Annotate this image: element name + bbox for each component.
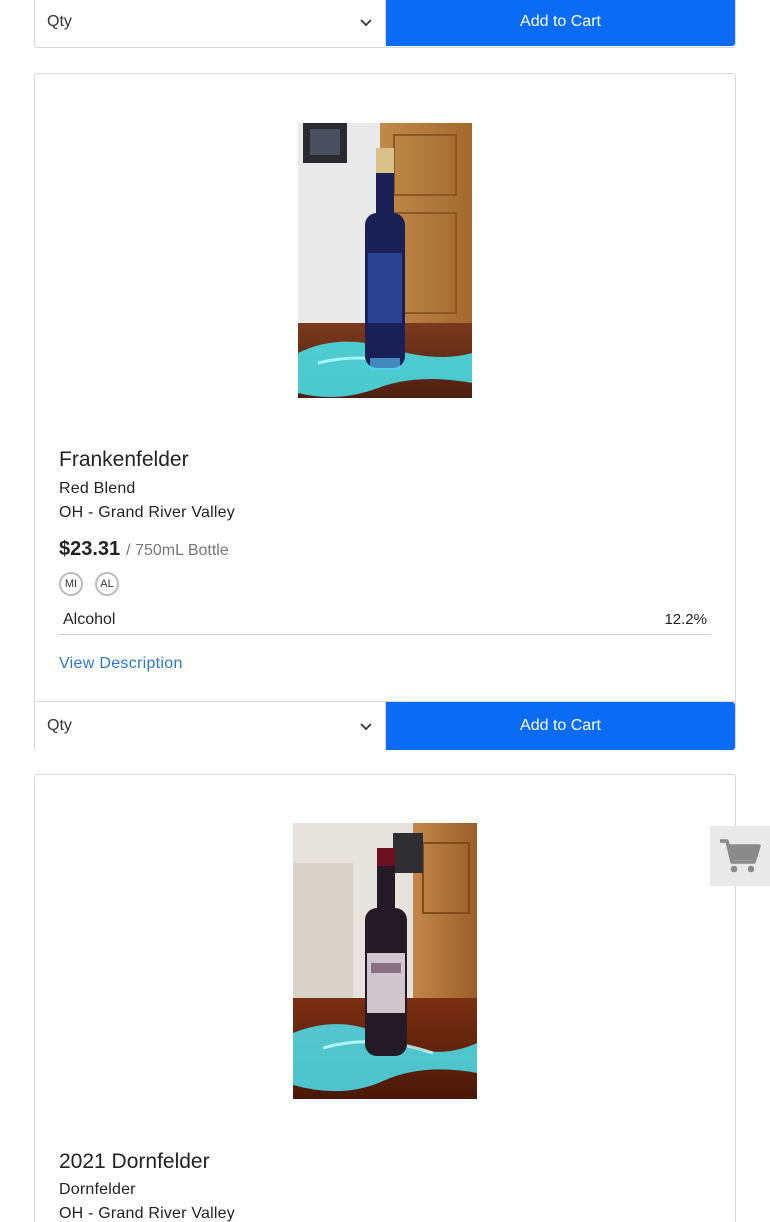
state-badge: AL (95, 572, 119, 596)
alcohol-spec-row: Alcohol 12.2% (59, 605, 711, 635)
price-row: $23.31 / 750mL Bottle (59, 538, 229, 561)
chevron-down-icon (360, 723, 372, 731)
state-badge: MI (59, 572, 83, 596)
qty-select[interactable]: Qty (35, 702, 386, 750)
product-unit: / 750mL Bottle (126, 542, 229, 559)
shopping-cart-icon (720, 839, 761, 873)
spec-value: 12.2% (664, 611, 707, 628)
product-card: Frankenfelder Red Blend OH - Grand River… (34, 73, 736, 750)
product-price: $23.31 (59, 538, 121, 560)
product-card-previous: Qty Add to Cart (34, 0, 736, 48)
product-name[interactable]: 2021 Dornfelder (59, 1150, 210, 1174)
product-image[interactable] (298, 123, 472, 398)
floating-cart-button[interactable] (710, 826, 770, 886)
state-badges: MI AL (59, 572, 119, 596)
product-varietal: Dornfelder (59, 1181, 136, 1198)
card-action-row: Qty Add to Cart (35, 701, 735, 750)
chevron-down-icon (360, 19, 372, 27)
product-image[interactable] (293, 823, 477, 1099)
add-to-cart-button[interactable]: Add to Cart (386, 702, 735, 750)
card-action-row: Qty Add to Cart (35, 0, 735, 46)
spec-label: Alcohol (63, 610, 116, 628)
qty-select-label: Qty (47, 13, 72, 30)
view-description-link[interactable]: View Description (59, 655, 183, 673)
product-card: 2021 Dornfelder Dornfelder OH - Grand Ri… (34, 774, 736, 1222)
add-to-cart-button[interactable]: Add to Cart (386, 0, 735, 46)
qty-select-label: Qty (47, 717, 72, 734)
product-name[interactable]: Frankenfelder (59, 448, 189, 472)
product-varietal: Red Blend (59, 480, 136, 497)
product-region: OH - Grand River Valley (59, 504, 235, 521)
product-region: OH - Grand River Valley (59, 1205, 235, 1222)
qty-select[interactable]: Qty (35, 0, 386, 46)
